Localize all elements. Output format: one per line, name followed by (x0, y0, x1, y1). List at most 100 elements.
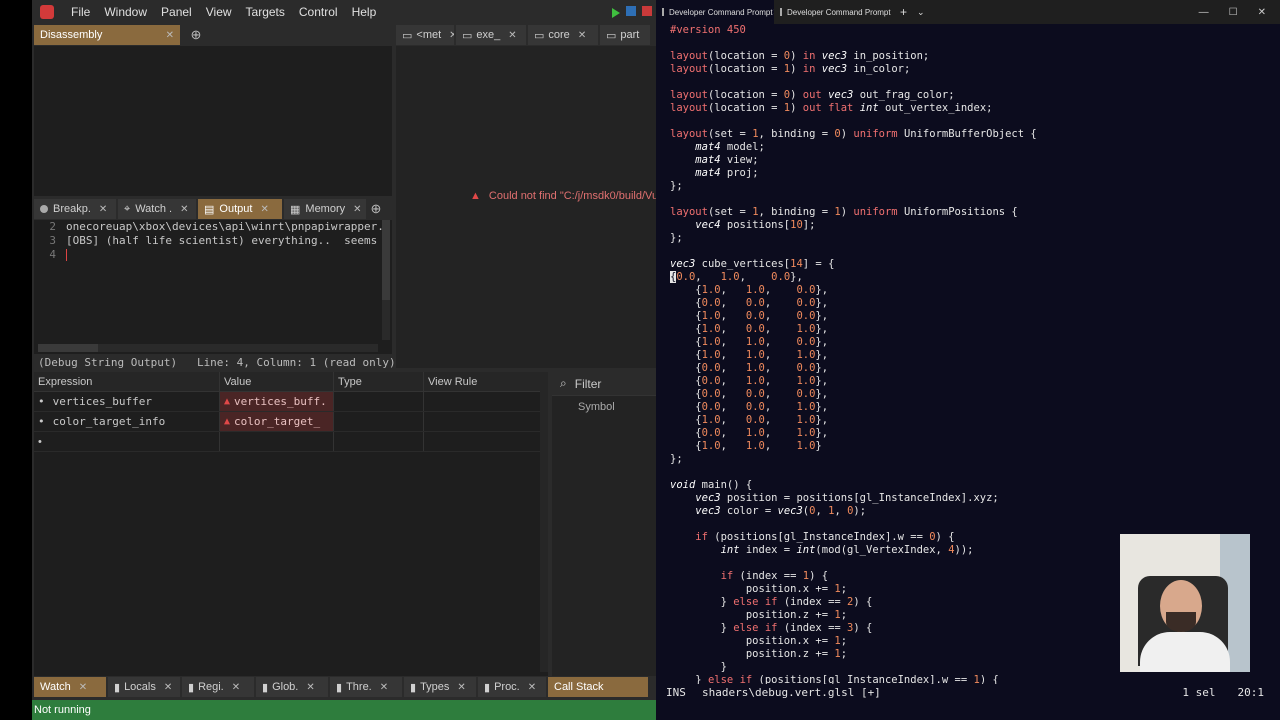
vertical-scrollbar[interactable] (382, 220, 390, 340)
menu-file[interactable]: File (64, 0, 97, 24)
bullet-icon: • (38, 395, 45, 408)
col-view-rule[interactable]: View Rule (424, 372, 538, 391)
new-tab-icon[interactable]: + (900, 5, 907, 19)
tab-breakpoints[interactable]: Breakp. ✕ (34, 199, 116, 219)
add-tab-icon[interactable]: ⊕ (368, 201, 384, 217)
filter-bar[interactable]: ⌕ Filter (552, 372, 656, 396)
add-tab-icon[interactable]: ⊕ (188, 27, 204, 43)
watch-value: color_target_ (234, 415, 321, 428)
output-panel[interactable]: 2 onecoreuap\xbox\devices\api\winrt\pnpap… (34, 220, 392, 354)
minimize-icon[interactable]: — (1199, 7, 1209, 18)
warning-icon: ▲ (470, 190, 481, 202)
code-line: {1.0, 1.0, 0.0}, (670, 336, 829, 348)
tab-globals[interactable]: ▮ Glob. ✕ (256, 677, 328, 697)
tab-label: Types (420, 681, 450, 693)
close-icon[interactable]: ✕ (578, 30, 586, 41)
tab-output[interactable]: ▤ Output ✕ (198, 199, 282, 219)
close-icon[interactable]: ✕ (449, 30, 454, 41)
file-icon: ▭ (534, 29, 545, 42)
tab-disassembly[interactable]: Disassembly ✕ (34, 25, 180, 45)
tab-core[interactable]: ▭ core ✕ (528, 25, 598, 45)
tab-threads[interactable]: ▮ Thre. ✕ (330, 677, 402, 697)
footer-tabstrip: Watch ✕ ▮ Locals ✕ ▮ Regi. ✕ ▮ Glob. ✕ ▮ Thre. ✕ … (34, 676, 656, 698)
col-expression[interactable]: Expression (34, 372, 220, 391)
tab-types[interactable]: ▮ Types ✕ (404, 677, 476, 697)
maximize-icon[interactable]: ☐ (1229, 7, 1238, 18)
tab-label: exe_ (476, 29, 501, 41)
watch-scrollbar[interactable] (540, 372, 548, 672)
menu-window[interactable]: Window (97, 0, 154, 24)
close-icon[interactable]: ✕ (457, 682, 465, 693)
menu-control[interactable]: Control (292, 0, 345, 24)
symbol-header[interactable]: Symbol (552, 396, 656, 418)
close-icon[interactable]: ✕ (164, 682, 172, 693)
code-line: {0.0, 1.0, 1.0}, (670, 427, 829, 439)
code-line: mat4 view; (695, 154, 759, 166)
terminal-tab-1[interactable]: Developer Command Prompt✕ (656, 0, 774, 24)
terminal-tab-2[interactable]: Developer Command Prompt f✕ (774, 0, 892, 24)
horizontal-scrollbar[interactable] (38, 344, 378, 352)
scrollbar-thumb[interactable] (382, 220, 390, 300)
menu-view[interactable]: View (199, 0, 239, 24)
close-icon[interactable]: ✕ (79, 682, 87, 693)
tab-label: <met (416, 29, 442, 41)
breakpoint-icon (40, 205, 48, 213)
close-window-icon[interactable]: ✕ (1258, 7, 1266, 18)
close-icon[interactable]: ✕ (380, 682, 388, 693)
pin-icon: ⌖ (124, 202, 131, 215)
status-bar: Not running (32, 700, 656, 720)
tab-locals[interactable]: ▮ Locals ✕ (108, 677, 180, 697)
menu-panel[interactable]: Panel (154, 0, 199, 24)
tab-label: Call Stack (554, 681, 604, 693)
tab-memory[interactable]: ▦ Memory ✕ (284, 199, 366, 219)
code-line: layout(location = 1) out flat int out_ve… (670, 102, 993, 114)
tab-label: Thre. (346, 681, 372, 693)
tab-met[interactable]: ▭ <met ✕ (396, 25, 454, 45)
menu-help[interactable]: Help (345, 0, 384, 24)
tab-call-stack[interactable]: Call Stack (548, 677, 648, 697)
col-type[interactable]: Type (334, 372, 424, 391)
watch-row[interactable]: • vertices_buffer ▲ vertices_buff. (34, 392, 548, 412)
tab-watch[interactable]: ⌖ Watch . ✕ (118, 199, 196, 219)
close-icon[interactable]: ✕ (353, 204, 361, 215)
tab-watch-bottom[interactable]: Watch ✕ (34, 677, 106, 697)
output-line: 3 [OBS] (half life scientist) everything.… (34, 234, 392, 248)
code-line: #version 450 (670, 24, 746, 36)
pause-icon[interactable] (626, 6, 636, 16)
registers-icon: ▮ (188, 681, 195, 694)
scrollbar-thumb[interactable] (38, 344, 98, 352)
watch-row-empty[interactable]: • (34, 432, 548, 452)
code-line: layout(location = 1) in vec3 in_color; (670, 63, 911, 75)
close-icon[interactable]: ✕ (306, 682, 314, 693)
run-icon[interactable] (612, 8, 620, 18)
watch-row[interactable]: • color_target_info ▲ color_target_ (34, 412, 548, 432)
output-line: 2 onecoreuap\xbox\devices\api\winrt\pnpap… (34, 220, 392, 234)
chevron-down-icon[interactable]: ⌄ (917, 7, 925, 18)
output-icon: ▤ (204, 203, 215, 216)
menu-targets[interactable]: Targets (239, 0, 292, 24)
tab-exe[interactable]: ▭ exe_ ✕ (456, 25, 526, 45)
tab-registers[interactable]: ▮ Regi. ✕ (182, 677, 254, 697)
close-icon[interactable]: ✕ (232, 682, 240, 693)
tab-label: Locals (124, 681, 156, 693)
close-icon[interactable]: ✕ (180, 204, 188, 215)
col-value[interactable]: Value (220, 372, 334, 391)
code-line: }; (670, 232, 683, 244)
close-icon[interactable]: ✕ (508, 30, 516, 41)
code-line: {1.0, 1.0, 1.0}, (670, 349, 829, 361)
watch-value: vertices_buff. (234, 395, 327, 408)
locals-icon: ▮ (114, 681, 121, 694)
watch-panel[interactable]: Expression Value Type View Rule • vertice… (34, 372, 548, 676)
close-icon[interactable]: ✕ (528, 682, 536, 693)
close-icon[interactable]: ✕ (99, 204, 107, 215)
close-icon[interactable]: ✕ (166, 30, 174, 41)
close-icon[interactable]: ✕ (260, 204, 268, 215)
terminal-icon (780, 8, 782, 16)
tab-label: Breakp. (53, 203, 91, 215)
tab-part[interactable]: ▭ part (600, 25, 650, 45)
stop-icon[interactable] (642, 6, 652, 16)
tab-processes[interactable]: ▮ Proc. ✕ (478, 677, 546, 697)
